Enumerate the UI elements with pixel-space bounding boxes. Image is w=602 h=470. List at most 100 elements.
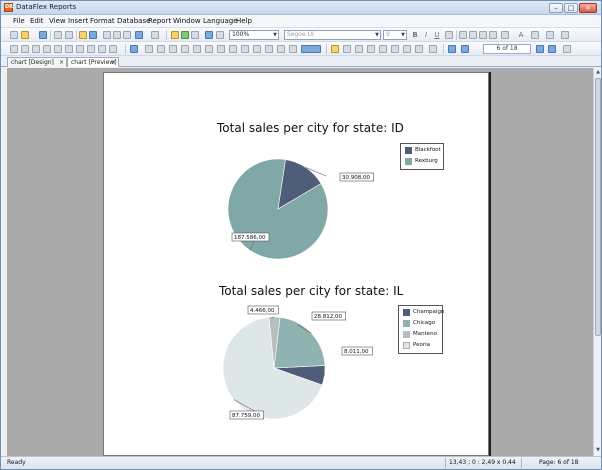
italic-button[interactable]: I xyxy=(422,30,430,40)
zoom-value: 100% xyxy=(232,31,250,38)
strikethrough-icon[interactable] xyxy=(445,31,453,39)
tab-chart-design[interactable]: chart [Design] × xyxy=(7,57,67,67)
close-icon[interactable]: × xyxy=(59,58,64,67)
record-selection-icon[interactable] xyxy=(355,45,363,53)
refresh-icon[interactable] xyxy=(171,31,179,39)
section-expert-icon[interactable] xyxy=(429,45,437,53)
scroll-up-icon[interactable]: ▲ xyxy=(595,69,601,76)
legend-swatch xyxy=(405,158,412,165)
menu-report[interactable]: Report xyxy=(148,17,171,25)
formula-editor-icon[interactable] xyxy=(367,45,375,53)
expert-icon[interactable] xyxy=(191,31,199,39)
align-rights-icon[interactable] xyxy=(169,45,177,53)
print-preview-icon[interactable] xyxy=(65,31,73,39)
menu-help[interactable]: Help xyxy=(236,17,252,25)
stop-icon[interactable] xyxy=(563,45,571,53)
tab-chart-preview[interactable]: chart [Preview] × xyxy=(67,57,119,67)
find-icon[interactable] xyxy=(205,31,213,39)
preview-icon[interactable] xyxy=(89,31,97,39)
align-lefts-icon[interactable] xyxy=(145,45,153,53)
last-page-icon[interactable] xyxy=(548,45,556,53)
font-color-button[interactable]: A xyxy=(517,30,525,40)
align-middles-icon[interactable] xyxy=(193,45,201,53)
parameter-icon[interactable] xyxy=(379,45,387,53)
align-centers-icon[interactable] xyxy=(157,45,165,53)
underline-button[interactable]: U xyxy=(433,30,441,40)
box-icon[interactable] xyxy=(54,45,62,53)
close-button[interactable]: × xyxy=(579,3,597,13)
menu-language[interactable]: Language xyxy=(203,17,238,25)
special-field-icon[interactable] xyxy=(403,45,411,53)
tab-label: chart [Design] xyxy=(11,59,54,66)
menu-file[interactable]: File xyxy=(13,17,25,25)
undo-icon[interactable] xyxy=(135,31,143,39)
minimize-button[interactable]: – xyxy=(549,3,563,13)
maximize-button[interactable]: □ xyxy=(564,3,578,13)
align-center-icon[interactable] xyxy=(469,31,477,39)
zoom-select[interactable]: 100% ▼ xyxy=(229,30,279,40)
indent-icon[interactable] xyxy=(501,31,509,39)
font-size-select[interactable]: 9 ▼ xyxy=(383,30,407,40)
same-width-icon[interactable] xyxy=(217,45,225,53)
database-icon[interactable] xyxy=(181,31,189,39)
open-folder-icon[interactable] xyxy=(21,31,29,39)
redo-icon[interactable] xyxy=(151,31,159,39)
sort-expert-icon[interactable] xyxy=(343,45,351,53)
close-icon[interactable]: × xyxy=(111,58,116,67)
border-icon[interactable] xyxy=(531,31,539,39)
text-object-icon[interactable] xyxy=(21,45,29,53)
menu-format[interactable]: Format xyxy=(90,17,115,25)
select-all-icon[interactable] xyxy=(130,45,138,53)
scroll-down-icon[interactable]: ▼ xyxy=(595,447,601,454)
vertical-scrollbar[interactable]: ▲ ▼ xyxy=(593,68,601,456)
space-horizontal-icon[interactable] xyxy=(253,45,261,53)
space-vertical-icon[interactable] xyxy=(265,45,273,53)
toggle-tree-icon[interactable] xyxy=(216,31,224,39)
send-back-icon[interactable] xyxy=(289,45,297,53)
pointer-icon[interactable] xyxy=(10,45,18,53)
sql-icon[interactable] xyxy=(415,45,423,53)
field-object-icon[interactable] xyxy=(32,45,40,53)
align-bottoms-icon[interactable] xyxy=(205,45,213,53)
save-icon[interactable] xyxy=(39,31,47,39)
align-tops-icon[interactable] xyxy=(181,45,189,53)
running-total-icon[interactable] xyxy=(391,45,399,53)
justify-icon[interactable] xyxy=(489,31,497,39)
first-page-icon[interactable] xyxy=(448,45,456,53)
previous-page-icon[interactable] xyxy=(461,45,469,53)
new-icon[interactable] xyxy=(10,31,18,39)
summary-icon[interactable] xyxy=(98,45,106,53)
font-name-select[interactable]: Segoe UI ▼ xyxy=(284,30,381,40)
copy-icon[interactable] xyxy=(113,31,121,39)
same-size-icon[interactable] xyxy=(241,45,249,53)
menu-edit[interactable]: Edit xyxy=(30,17,44,25)
menu-database[interactable]: Database xyxy=(117,17,150,25)
line-icon[interactable] xyxy=(43,45,51,53)
formula-icon[interactable] xyxy=(87,45,95,53)
fill-color-icon[interactable] xyxy=(546,31,554,39)
align-right-icon[interactable] xyxy=(479,31,487,39)
scroll-thumb[interactable] xyxy=(595,78,601,336)
menu-view[interactable]: View xyxy=(49,17,66,25)
report-icon[interactable] xyxy=(79,31,87,39)
paste-icon[interactable] xyxy=(123,31,131,39)
design-toolbar: 6 of 18 xyxy=(1,42,601,56)
page-indicator[interactable]: 6 of 18 xyxy=(483,44,531,54)
cut-icon[interactable] xyxy=(103,31,111,39)
bring-front-icon[interactable] xyxy=(277,45,285,53)
grid-toggle-icon[interactable] xyxy=(301,45,321,53)
menu-insert[interactable]: Insert xyxy=(68,17,88,25)
ellipse-icon[interactable] xyxy=(65,45,73,53)
line-style-icon[interactable] xyxy=(561,31,569,39)
chart-title-il: Total sales per city for state: IL xyxy=(219,284,404,298)
group-expert-icon[interactable] xyxy=(331,45,339,53)
preview-canvas[interactable]: Total sales per city for state: ID 30.90… xyxy=(7,68,593,456)
next-page-icon[interactable] xyxy=(536,45,544,53)
image-icon[interactable] xyxy=(76,45,84,53)
chart-object-icon[interactable] xyxy=(109,45,117,53)
bold-button[interactable]: B xyxy=(411,30,419,40)
menu-window[interactable]: Window xyxy=(173,17,201,25)
print-icon[interactable] xyxy=(54,31,62,39)
same-height-icon[interactable] xyxy=(229,45,237,53)
align-left-icon[interactable] xyxy=(459,31,467,39)
